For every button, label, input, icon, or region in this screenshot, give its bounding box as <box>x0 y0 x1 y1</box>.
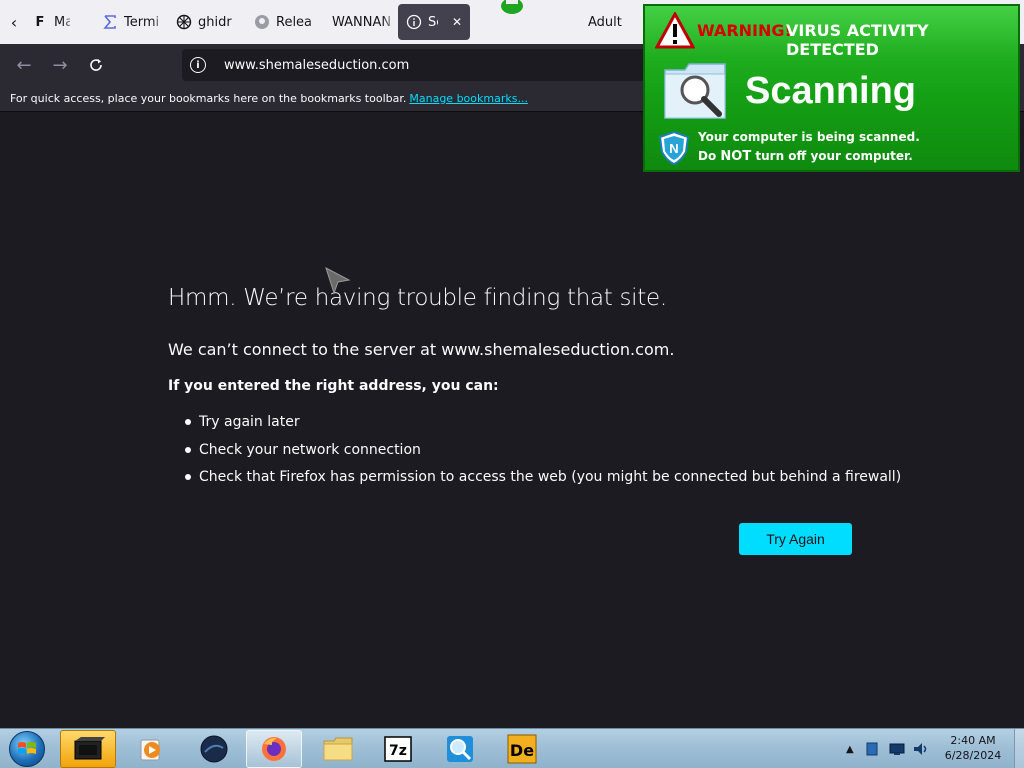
taskbar-app-media-player[interactable] <box>124 730 180 768</box>
scanning-title: Scanning <box>745 70 917 112</box>
back-button[interactable]: ← <box>6 49 42 81</box>
tab-manual[interactable]: F Manu <box>28 4 78 40</box>
network-icon[interactable] <box>888 742 906 756</box>
taskbar-app-search-tool[interactable] <box>432 730 488 768</box>
virus-warning-popup[interactable]: WARNING! VIRUS ACTIVITY DETECTED Scannin… <box>643 4 1020 172</box>
folder-magnifier-icon <box>664 63 726 119</box>
warning-triangle-icon <box>655 12 695 49</box>
scan-status-text: Your computer is being scanned. <box>698 130 920 144</box>
bookmarks-hint: For quick access, place your bookmarks h… <box>10 92 407 105</box>
tab-releases[interactable]: Relea <box>246 4 324 40</box>
tab-active-site[interactable]: Se ✕ <box>398 4 470 40</box>
manage-bookmarks-link[interactable]: Manage bookmarks... <box>409 92 528 105</box>
windows-logo-icon <box>9 731 45 767</box>
f-icon: F <box>35 14 45 30</box>
svg-text:7z: 7z <box>389 743 407 759</box>
screen: ‹ F Manu Termi ghidr Relea <box>0 0 1024 768</box>
media-player-icon <box>140 739 160 761</box>
tab-label: Relea <box>276 14 313 30</box>
black-box-app-icon <box>74 737 105 760</box>
taskbar-app-de[interactable]: De <box>494 730 550 768</box>
tray-device-icon[interactable] <box>864 741 880 757</box>
clock-date: 6/28/2024 <box>944 749 1002 762</box>
forward-button[interactable]: → <box>42 49 78 81</box>
de-app-icon: De <box>507 734 537 764</box>
url-text[interactable]: www.shemaleseduction.com <box>224 58 409 73</box>
reload-button[interactable] <box>78 49 114 81</box>
folder-icon <box>323 737 353 761</box>
error-lead: We can’t connect to the server at www.sh… <box>168 340 675 359</box>
tab-wannan[interactable]: WANNAN <box>324 4 398 40</box>
sigma-icon <box>102 14 118 30</box>
system-clock[interactable]: 2:40 AM 6/28/2024 <box>938 733 1008 763</box>
reload-icon <box>90 59 102 71</box>
error-subheading: If you entered the right address, you ca… <box>168 378 499 394</box>
svg-text:De: De <box>510 741 534 760</box>
clock-time: 2:40 AM <box>950 734 996 747</box>
list-item: Check that Firefox has permission to acc… <box>185 467 901 495</box>
site-info-icon[interactable]: i <box>190 57 206 73</box>
svg-text:N: N <box>669 141 678 156</box>
virus-activity-label: VIRUS ACTIVITY DETECTED <box>786 21 929 59</box>
github-icon <box>254 14 270 30</box>
list-item: Try again later <box>185 412 901 440</box>
suggestion-list: Try again later Check your network conne… <box>185 412 901 495</box>
tab-terminal[interactable]: Termi <box>94 4 168 40</box>
taskbar-app-7zip[interactable]: 7z <box>370 730 426 768</box>
error-page: Hmm. We’re having trouble finding that s… <box>0 113 1024 728</box>
taskbar-app-explorer[interactable] <box>310 730 366 768</box>
error-title: Hmm. We’re having trouble finding that s… <box>168 285 667 311</box>
scan-warning-text: Do NOT turn off your computer. <box>698 149 913 164</box>
mouse-cursor-icon <box>325 266 351 295</box>
firefox-icon <box>262 737 286 761</box>
taskbar-app-black-box[interactable] <box>60 730 116 768</box>
taskbar: 7z De ▲ 2:40 AM 6/28/2024 <box>0 728 1024 768</box>
bullet-icon <box>185 419 191 425</box>
magnifier-app-icon <box>447 736 473 762</box>
info-icon <box>406 14 422 30</box>
show-desktop-button[interactable] <box>1014 729 1024 768</box>
taskbar-app-dark-orb[interactable] <box>186 730 242 768</box>
dark-orb-icon <box>200 735 228 763</box>
tab-scroll-left-icon[interactable]: ‹ <box>0 0 28 44</box>
bullet-icon <box>185 474 191 480</box>
tab-close-icon[interactable]: ✕ <box>452 15 462 29</box>
tab-label: ghidr <box>198 14 232 30</box>
url-bar[interactable]: i www.shemaleseduction.com <box>182 49 662 81</box>
try-again-button[interactable]: Try Again <box>739 523 852 555</box>
tab-label: Adult <box>588 14 622 30</box>
list-item: Check your network connection <box>185 440 901 468</box>
green-bug-icon <box>501 0 523 14</box>
bullet-icon <box>185 446 191 453</box>
shield-n-icon: N <box>658 130 690 166</box>
tab-label: Se <box>428 14 438 30</box>
7zip-icon: 7z <box>384 736 412 762</box>
tab-adult[interactable]: Adult <box>580 4 640 40</box>
start-button[interactable] <box>5 730 49 768</box>
taskbar-app-firefox[interactable] <box>246 730 302 768</box>
tray-expand-icon[interactable]: ▲ <box>846 744 854 755</box>
ghidra-icon <box>176 14 192 30</box>
volume-icon[interactable] <box>912 741 930 757</box>
tab-ghidra[interactable]: ghidr <box>168 4 246 40</box>
warning-label: WARNING! <box>697 21 792 40</box>
